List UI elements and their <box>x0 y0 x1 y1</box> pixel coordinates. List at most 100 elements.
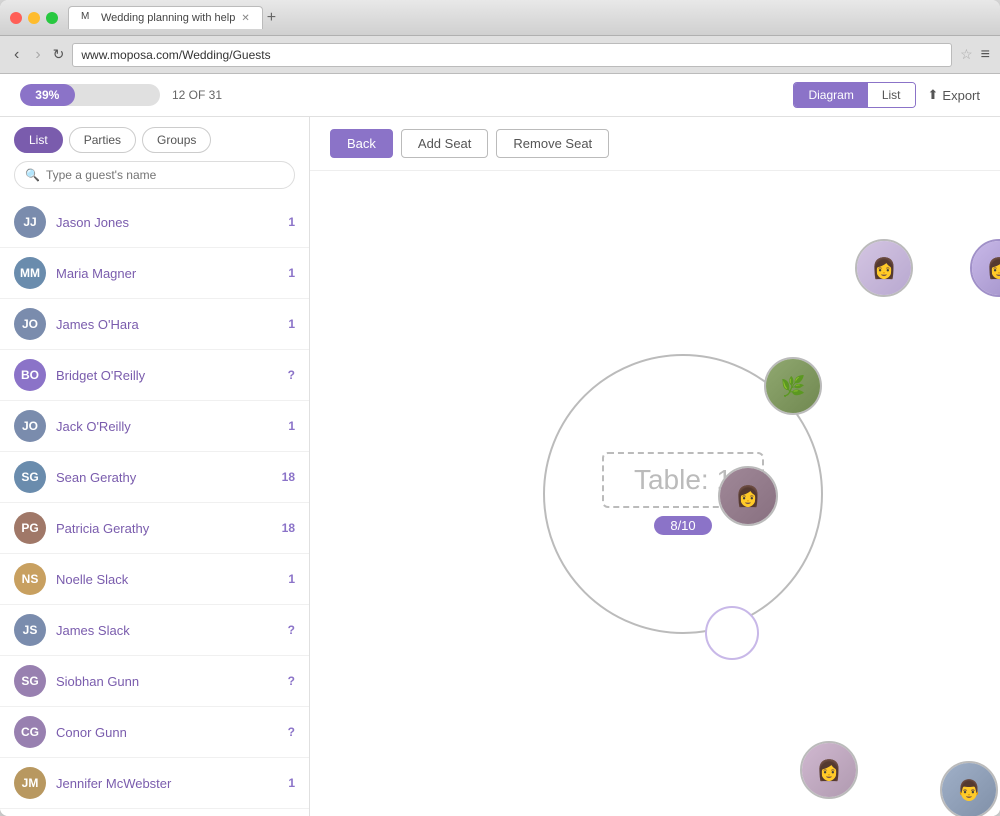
list-item[interactable]: PG Patricia Gerathy 18 <box>0 503 309 554</box>
maximize-button[interactable] <box>46 12 58 24</box>
list-item[interactable]: JO James O'Hara 1 <box>0 299 309 350</box>
list-view-button[interactable]: List <box>868 83 915 107</box>
tab-title: Wedding planning with help <box>101 12 235 24</box>
avatar: BO <box>14 359 46 391</box>
bookmark-button[interactable]: ☆ <box>960 46 973 63</box>
guest-list: JJ Jason Jones 1 MM Maria Magner 1 JO Ja… <box>0 197 309 816</box>
address-bar: ‹ › ↻ www.moposa.com/Wedding/Guests ☆ ≡ <box>0 36 1000 74</box>
progress-percent-label: 39% <box>35 88 59 102</box>
guest-count: 1 <box>288 266 295 280</box>
progress-count-label: 12 OF 31 <box>172 88 222 102</box>
guest-name: Patricia Gerathy <box>56 521 282 536</box>
search-input[interactable] <box>46 168 284 182</box>
export-button[interactable]: ⬆ Export <box>928 87 980 103</box>
minimize-button[interactable] <box>28 12 40 24</box>
list-item[interactable]: JJ Jason Jones 1 <box>0 197 309 248</box>
guest-name: Noelle Slack <box>56 572 288 587</box>
main-content: 39% 12 OF 31 Diagram List ⬆ Export <box>0 74 1000 816</box>
guest-name: James Slack <box>56 623 288 638</box>
progress-bar-fill: 39% <box>20 84 75 106</box>
url-bar[interactable]: www.moposa.com/Wedding/Guests <box>72 43 952 67</box>
seat-9[interactable]: 🌿 <box>764 357 822 415</box>
seat-5[interactable]: 👨 <box>940 761 998 816</box>
list-item[interactable]: JO Jack O'Reilly 1 <box>0 401 309 452</box>
list-item[interactable]: JM Jennifer McWebster 1 <box>0 758 309 809</box>
seat-empty-2[interactable] <box>705 606 759 660</box>
top-toolbar: 39% 12 OF 31 Diagram List ⬆ Export <box>0 74 1000 117</box>
view-controls: Diagram List ⬆ Export <box>793 82 980 108</box>
avatar: CG <box>14 716 46 748</box>
guest-count: 1 <box>288 776 295 790</box>
seat-8[interactable]: 👩 <box>718 466 778 526</box>
seat-1-avatar: 👩 <box>857 241 911 295</box>
seat-tooltip-marker[interactable]: 👩 <box>970 239 1000 297</box>
progress-bar-container: 39% <box>20 84 160 106</box>
avatar: MM <box>14 257 46 289</box>
seat-tooltip-avatar: 👩 <box>972 241 1000 295</box>
sidebar-tab-list[interactable]: List <box>14 127 63 153</box>
new-tab-button[interactable]: + <box>267 9 276 27</box>
seat-6-avatar: 👩 <box>802 743 856 797</box>
guest-count: 1 <box>288 419 295 433</box>
url-text: www.moposa.com/Wedding/Guests <box>81 48 270 62</box>
back-nav-button[interactable]: ‹ <box>10 44 23 66</box>
tab-close-icon[interactable]: ✕ <box>241 13 249 24</box>
avatar: JO <box>14 410 46 442</box>
browser-tab[interactable]: M Wedding planning with help ✕ <box>68 6 263 29</box>
avatar: JM <box>14 767 46 799</box>
avatar: SG <box>14 665 46 697</box>
list-item[interactable]: SG Sean Gerathy 18 <box>0 452 309 503</box>
guest-count: 1 <box>288 572 295 586</box>
refresh-button[interactable]: ↻ <box>53 46 65 63</box>
menu-button[interactable]: ≡ <box>981 46 990 64</box>
guest-name: Siobhan Gunn <box>56 674 288 689</box>
browser-window: M Wedding planning with help ✕ + ‹ › ↻ w… <box>0 0 1000 816</box>
guest-count: ? <box>288 725 295 739</box>
avatar: PG <box>14 512 46 544</box>
seat-1[interactable]: 👩 <box>855 239 913 297</box>
sidebar-tab-parties[interactable]: Parties <box>69 127 136 153</box>
search-box: 🔍 <box>14 161 295 189</box>
close-button[interactable] <box>10 12 22 24</box>
list-item[interactable]: MM Maria Magner 1 <box>0 248 309 299</box>
guest-name: Jack O'Reilly <box>56 419 288 434</box>
guest-name: James O'Hara <box>56 317 288 332</box>
guest-count: ? <box>288 674 295 688</box>
guest-count: 18 <box>282 470 295 484</box>
guest-count: 1 <box>288 215 295 229</box>
diagram-area: Back Add Seat Remove Seat Table: 1 8/10 <box>310 117 1000 816</box>
sidebar-tab-groups[interactable]: Groups <box>142 127 211 153</box>
forward-nav-button[interactable]: › <box>31 44 44 66</box>
guest-name: Jennifer McWebster <box>56 776 288 791</box>
seat-9-avatar: 🌿 <box>766 359 820 413</box>
export-icon: ⬆ <box>928 87 939 103</box>
avatar: SG <box>14 461 46 493</box>
list-item[interactable]: NS Noelle Slack 1 <box>0 554 309 605</box>
remove-seat-button[interactable]: Remove Seat <box>496 129 609 158</box>
progress-section: 39% 12 OF 31 <box>20 84 222 106</box>
list-item[interactable]: DM Dermot McWebster ? <box>0 809 309 816</box>
list-item[interactable]: BO Bridget O'Reilly ? <box>0 350 309 401</box>
export-label: Export <box>942 88 980 103</box>
add-seat-button[interactable]: Add Seat <box>401 129 489 158</box>
table-capacity: 8/10 <box>654 516 711 535</box>
avatar: NS <box>14 563 46 595</box>
back-button[interactable]: Back <box>330 129 393 158</box>
guest-name: Jason Jones <box>56 215 288 230</box>
diagram-view-button[interactable]: Diagram <box>794 83 867 107</box>
avatar: JS <box>14 614 46 646</box>
avatar: JO <box>14 308 46 340</box>
list-item[interactable]: SG Siobhan Gunn ? <box>0 656 309 707</box>
title-bar: M Wedding planning with help ✕ + <box>0 0 1000 36</box>
sidebar-tabs: List Parties Groups <box>0 117 309 161</box>
guest-count: ? <box>288 623 295 637</box>
list-item[interactable]: JS James Slack ? <box>0 605 309 656</box>
seat-8-avatar: 👩 <box>720 468 776 524</box>
guest-name: Maria Magner <box>56 266 288 281</box>
sidebar: List Parties Groups 🔍 JJ Jason Jones 1 M… <box>0 117 310 816</box>
guest-count: 18 <box>282 521 295 535</box>
seat-6[interactable]: 👩 <box>800 741 858 799</box>
content-area: List Parties Groups 🔍 JJ Jason Jones 1 M… <box>0 117 1000 816</box>
guest-name: Sean Gerathy <box>56 470 282 485</box>
list-item[interactable]: CG Conor Gunn ? <box>0 707 309 758</box>
